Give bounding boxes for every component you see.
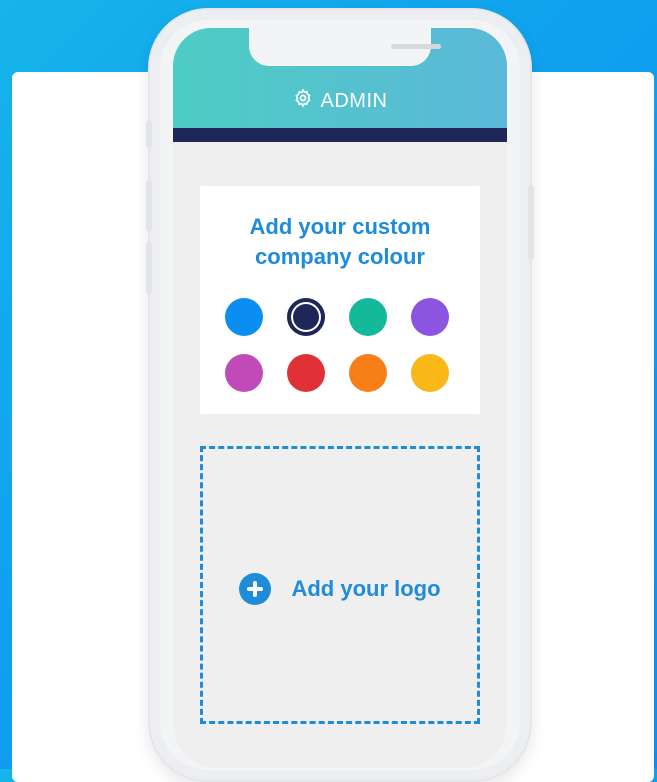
add-logo-label: Add your logo xyxy=(291,576,441,601)
admin-title[interactable]: ADMIN xyxy=(173,88,507,114)
volume-down-button xyxy=(146,242,152,294)
phone-mockup: ADMIN Add your custom company colour Add… xyxy=(146,10,534,780)
swatch-yellow[interactable] xyxy=(411,354,449,392)
gear-icon xyxy=(293,88,313,114)
swatch-navy[interactable] xyxy=(287,298,325,336)
power-button xyxy=(528,185,534,260)
swatch-purple[interactable] xyxy=(411,298,449,336)
speaker xyxy=(391,44,441,49)
volume-up-button xyxy=(146,180,152,232)
color-picker-card: Add your custom company colour xyxy=(200,186,480,414)
swatch-red[interactable] xyxy=(287,354,325,392)
plus-circle-icon xyxy=(239,573,272,605)
swatch-orange[interactable] xyxy=(349,354,387,392)
swatch-blue[interactable] xyxy=(225,298,263,336)
nav-bar xyxy=(173,128,507,142)
color-title-line-2: company colour xyxy=(255,244,425,269)
color-title-line-1: Add your custom xyxy=(249,214,431,239)
add-logo-button[interactable]: Add your logo xyxy=(203,573,477,605)
swatch-magenta[interactable] xyxy=(225,354,263,392)
swatch-teal[interactable] xyxy=(349,298,387,336)
admin-label: ADMIN xyxy=(320,89,388,112)
color-swatches xyxy=(225,298,455,392)
color-card-title: Add your custom company colour xyxy=(200,212,480,272)
admin-header: ADMIN xyxy=(173,28,507,128)
side-button xyxy=(146,120,152,148)
phone-screen: ADMIN Add your custom company colour Add… xyxy=(173,28,507,768)
phone-notch xyxy=(249,28,441,66)
logo-upload-area[interactable]: Add your logo xyxy=(200,446,480,724)
